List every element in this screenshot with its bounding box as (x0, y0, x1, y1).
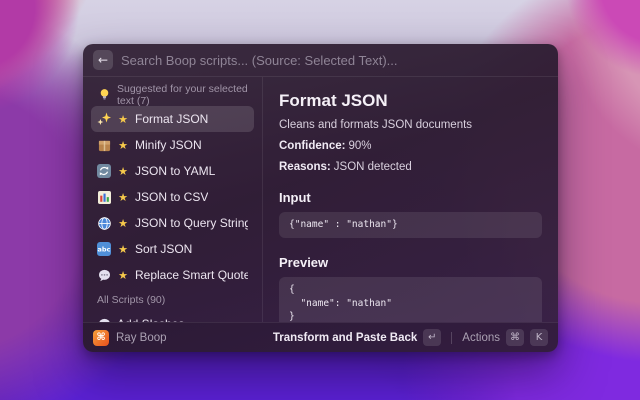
script-item-json-to-query-string[interactable]: ★ JSON to Query String (91, 210, 254, 236)
star-icon: ★ (117, 192, 129, 203)
transform-paste-back-button[interactable]: Transform and Paste Back ↵ (273, 329, 441, 346)
detail-panel: Format JSON Cleans and formats JSON docu… (263, 77, 558, 322)
svg-text:abc: abc (98, 246, 111, 254)
back-button[interactable]: ← (93, 50, 113, 70)
raycast-boop-window: ← Suggested for your selected text (7) ★… (83, 44, 558, 352)
footer-divider (451, 332, 452, 344)
script-list: Suggested for your selected text (7) ★ F… (83, 77, 263, 322)
globe-icon (97, 216, 111, 230)
script-item-label: JSON to YAML (135, 164, 215, 178)
star-icon: ★ (117, 114, 129, 125)
input-code-block: {"name" : "nathan"} (279, 212, 542, 238)
reasons-label: Reasons: (279, 161, 331, 173)
section-header-label: All Scripts (90) (97, 294, 165, 306)
script-item-json-to-csv[interactable]: ★ JSON to CSV (91, 184, 254, 210)
bar-chart-icon (97, 190, 111, 204)
abc-icon: abc (97, 242, 111, 256)
script-item-sort-json[interactable]: abc ★ Sort JSON (91, 236, 254, 262)
script-item-minify-json[interactable]: ★ Minify JSON (91, 132, 254, 158)
section-header-suggested: Suggested for your selected text (7) (91, 83, 254, 106)
cmd-key-badge: ⌘ (506, 329, 524, 346)
lightbulb-icon (97, 88, 111, 102)
script-item-add-slashes[interactable]: Add Slashes (91, 311, 254, 322)
confidence-row: Confidence:90% (279, 140, 542, 152)
section-header-all-scripts: All Scripts (90) (91, 288, 254, 311)
speech-balloon-icon (97, 268, 111, 282)
command-glyph: ⌘ (96, 332, 105, 343)
preview-section-label: Preview (279, 255, 542, 270)
script-item-label: Replace Smart Quotes (135, 268, 248, 282)
script-item-label: Format JSON (135, 112, 208, 126)
primary-action-label: Transform and Paste Back (273, 332, 417, 344)
reasons-value: JSON detected (334, 161, 412, 173)
section-header-label: Suggested for your selected text (7) (117, 83, 248, 107)
search-bar: ← (83, 44, 558, 77)
preview-code-block: { "name": "nathan" } (279, 277, 542, 322)
search-input[interactable] (121, 53, 548, 68)
star-icon: ★ (117, 244, 129, 255)
script-item-label: JSON to Query String (135, 216, 248, 230)
confidence-label: Confidence: (279, 140, 345, 152)
script-item-label: JSON to CSV (135, 190, 208, 204)
package-icon (97, 138, 111, 152)
footer-bar: ⌘ Ray Boop Transform and Paste Back ↵ Ac… (83, 322, 558, 352)
star-icon: ★ (117, 270, 129, 281)
confidence-value: 90% (348, 140, 371, 152)
input-code: {"name" : "nathan"} (289, 218, 532, 232)
actions-label: Actions (462, 332, 500, 344)
input-section-label: Input (279, 190, 542, 205)
k-key-badge: K (530, 329, 548, 346)
sparkles-icon (97, 112, 111, 126)
preview-code: { "name": "nathan" } (289, 283, 532, 322)
star-icon: ★ (117, 166, 129, 177)
script-item-label: Sort JSON (135, 242, 192, 256)
script-item-label: Minify JSON (135, 138, 202, 152)
detail-description: Cleans and formats JSON documents (279, 119, 542, 131)
script-item-replace-smart-quotes[interactable]: ★ Replace Smart Quotes (91, 262, 254, 288)
window-body: Suggested for your selected text (7) ★ F… (83, 77, 558, 322)
script-item-format-json[interactable]: ★ Format JSON (91, 106, 254, 132)
app-name: Ray Boop (116, 332, 167, 344)
script-item-json-to-yaml[interactable]: ★ JSON to YAML (91, 158, 254, 184)
enter-key-badge: ↵ (423, 329, 441, 346)
reasons-row: Reasons:JSON detected (279, 161, 542, 173)
star-icon: ★ (117, 218, 129, 229)
star-icon: ★ (117, 140, 129, 151)
detail-title: Format JSON (279, 91, 542, 111)
back-arrow-icon: ← (98, 53, 108, 67)
boop-app-icon: ⌘ (93, 330, 109, 346)
cycle-arrows-icon (97, 164, 111, 178)
actions-button[interactable]: Actions ⌘ K (462, 329, 548, 346)
